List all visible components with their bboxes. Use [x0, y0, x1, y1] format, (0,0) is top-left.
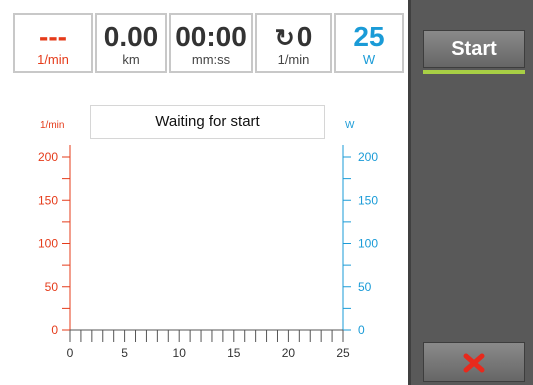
time-stat: 00:00 mm:ss — [169, 13, 253, 73]
cadence-unit: 1/min — [37, 52, 69, 67]
distance-stat: 0.00 km — [95, 13, 167, 73]
right-axis-tick-label: 100 — [358, 237, 378, 251]
left-axis-tick-label: 50 — [45, 280, 59, 294]
chart: 1/min W0 050 50100 100150 150200 2000 5 10 15 20 25 — [38, 120, 378, 360]
close-icon — [463, 353, 485, 373]
right-axis-tick-label: 0 — [358, 323, 365, 337]
power-stat: 25 W — [334, 13, 404, 73]
x-axis-tick-label: 20 — [282, 346, 296, 360]
left-panel: --- 1/min 0.00 km 00:00 mm:ss ↻0 1/min 2… — [0, 0, 411, 385]
rotate-icon: ↻ — [274, 25, 295, 52]
left-axis-tick-label: 150 — [38, 193, 58, 207]
distance-unit: km — [122, 52, 140, 67]
rpm-value: 0 — [296, 21, 313, 52]
right-axis-tick-label: 50 — [358, 280, 372, 294]
cancel-button[interactable] — [423, 342, 525, 382]
rpm-value-wrap: ↻0 — [257, 21, 330, 55]
x-axis-tick-label: 15 — [227, 346, 241, 360]
time-unit: mm:ss — [191, 52, 231, 67]
distance-value: 0.00 — [103, 21, 159, 52]
left-axis-tick-label: 200 — [38, 150, 58, 164]
time-value: 00:00 — [175, 21, 247, 52]
left-axis-label: 1/min — [40, 120, 64, 131]
x-axis-tick-label: 25 — [336, 346, 350, 360]
start-button[interactable]: Start — [423, 30, 525, 68]
x-axis-tick-label: 10 — [173, 346, 187, 360]
right-axis-label: W — [345, 120, 355, 131]
left-axis-tick-label: 0 — [51, 323, 58, 337]
cadence-stat: --- 1/min — [13, 13, 93, 73]
x-axis-tick-label: 0 — [67, 346, 74, 360]
rpm-unit: 1/min — [277, 52, 310, 67]
rpm-stat: ↻0 1/min — [255, 13, 332, 73]
right-axis-tick-label: 200 — [358, 150, 378, 164]
cadence-value: --- — [39, 21, 67, 52]
start-indicator-bar — [423, 70, 525, 74]
x-axis-tick-label: 5 — [121, 346, 128, 360]
power-value: 25 — [353, 21, 385, 52]
right-axis-tick-label: 150 — [358, 193, 378, 207]
power-unit: W — [362, 52, 376, 67]
status-message: Waiting for start — [90, 105, 325, 139]
left-axis-tick-label: 100 — [38, 237, 58, 251]
